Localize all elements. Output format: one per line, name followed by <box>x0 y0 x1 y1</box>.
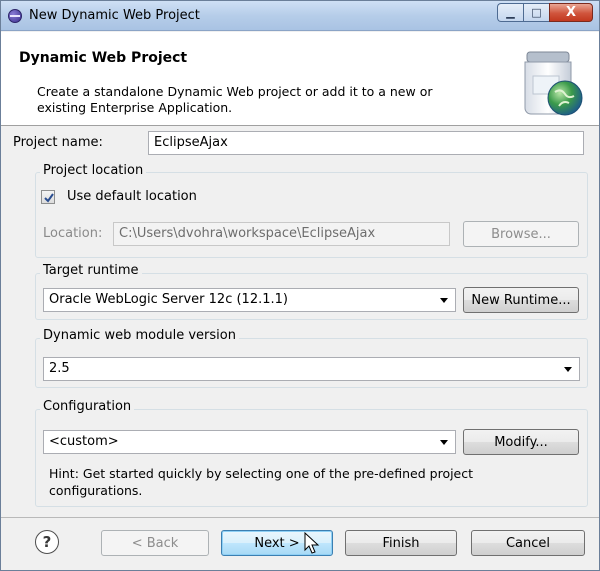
use-default-location-label[interactable]: Use default location <box>67 189 197 204</box>
project-name-label: Project name: <box>13 135 103 150</box>
module-version-title: Dynamic web module version <box>40 328 239 343</box>
chevron-down-icon <box>440 298 448 303</box>
new-runtime-button[interactable]: New Runtime... <box>463 287 579 313</box>
configuration-select[interactable]: <custom> <box>43 430 456 454</box>
maximize-button[interactable]: □ <box>523 3 549 22</box>
use-default-location-checkbox[interactable] <box>41 190 55 204</box>
window-title: New Dynamic Web Project <box>29 8 200 23</box>
header-banner: Dynamic Web Project Create a standalone … <box>1 32 599 126</box>
web-project-jar-icon <box>524 51 583 116</box>
page-title: Dynamic Web Project <box>19 50 188 66</box>
target-runtime-title: Target runtime <box>40 263 142 278</box>
location-label: Location: <box>43 226 103 241</box>
module-version-value: 2.5 <box>49 361 70 376</box>
configuration-title: Configuration <box>40 399 135 414</box>
target-runtime-value: Oracle WebLogic Server 12c (12.1.1) <box>49 292 288 307</box>
page-description: Create a standalone Dynamic Web project … <box>37 84 433 115</box>
footer-separator <box>1 517 599 518</box>
target-runtime-select[interactable]: Oracle WebLogic Server 12c (12.1.1) <box>43 288 456 312</box>
location-input: C:\Users\dvohra\workspace\EclipseAjax <box>113 222 450 246</box>
chevron-down-icon <box>440 440 448 445</box>
eclipse-icon <box>8 9 22 23</box>
title-bar[interactable]: New Dynamic Web Project ▁ □ X <box>1 1 599 31</box>
window-controls: ▁ □ X <box>497 3 593 23</box>
cancel-button[interactable]: Cancel <box>471 530 585 556</box>
finish-button[interactable]: Finish <box>345 530 457 556</box>
module-version-select[interactable]: 2.5 <box>43 357 580 381</box>
minimize-button[interactable]: ▁ <box>497 3 523 22</box>
configuration-hint: Hint: Get started quickly by selecting o… <box>49 466 474 498</box>
dialog-window: New Dynamic Web Project ▁ □ X Dynamic We… <box>0 0 600 571</box>
help-icon[interactable]: ? <box>35 530 59 554</box>
chevron-down-icon <box>564 367 572 372</box>
project-location-title: Project location <box>40 163 147 178</box>
mouse-pointer-icon <box>304 532 320 554</box>
browse-button: Browse... <box>463 221 579 247</box>
checkmark-icon <box>44 193 54 203</box>
back-button: < Back <box>101 530 209 556</box>
project-name-input[interactable]: EclipseAjax <box>148 131 584 155</box>
close-button[interactable]: X <box>549 3 593 22</box>
configuration-value: <custom> <box>49 434 119 449</box>
modify-button[interactable]: Modify... <box>463 429 579 455</box>
